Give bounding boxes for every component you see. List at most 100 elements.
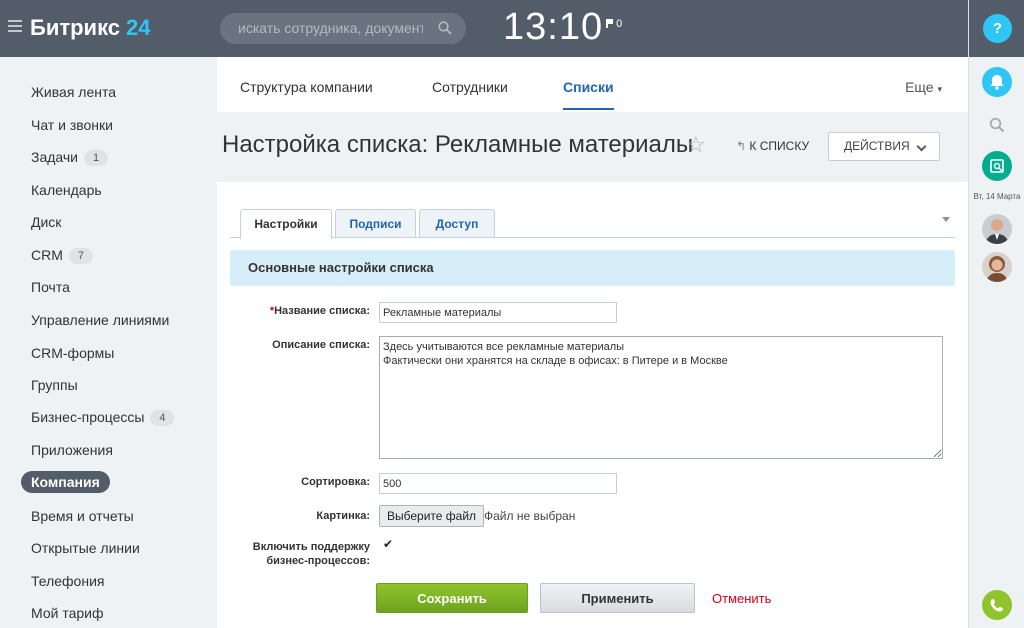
calendar-icon[interactable] — [982, 151, 1012, 181]
chevron-down-icon — [916, 141, 927, 152]
cancel-button[interactable]: Отменить — [712, 591, 771, 606]
back-arrow-icon: ↰ — [736, 139, 747, 153]
workday-flag[interactable]: 0 — [606, 18, 622, 30]
sidebar-item-company[interactable]: Компания — [21, 471, 110, 493]
sidebar-item-apps[interactable]: Приложения — [31, 442, 113, 458]
date-label: Вт, 14 Марта — [973, 192, 1021, 201]
logo-number: 24 — [126, 15, 151, 40]
settings-panel: Настройки Подписи Доступ Основные настро… — [217, 182, 968, 628]
tab-lists[interactable]: Списки — [563, 79, 614, 110]
phone-icon[interactable] — [982, 590, 1012, 620]
description-label: Описание списка: — [272, 339, 370, 351]
sidebar-item-bizproc[interactable]: Бизнес-процессы 4 — [31, 409, 175, 426]
sidebar: Живая лента Чат и звонки Задачи 1 Календа… — [0, 57, 217, 628]
sidebar-item-lines[interactable]: Управление линиями — [31, 312, 169, 328]
sidebar-item-label: Бизнес-процессы — [31, 409, 145, 425]
notifications-icon[interactable] — [982, 67, 1012, 97]
flag-icon — [606, 19, 613, 28]
sidebar-item-label: Управление линиями — [31, 312, 170, 328]
counter-badge: 7 — [68, 248, 93, 264]
help-icon[interactable]: ? — [983, 14, 1012, 43]
tab-structure[interactable]: Структура компании — [240, 79, 373, 95]
sidebar-item-label: Мой тариф — [31, 605, 104, 621]
sort-input[interactable] — [379, 473, 617, 494]
sidebar-item-label: Живая лента — [31, 84, 117, 100]
actions-button[interactable]: ДЕЙСТВИЯ — [828, 132, 940, 161]
bizproc-label-line1: Включить поддержку — [252, 541, 370, 553]
tab-captions[interactable]: Подписи — [335, 209, 416, 238]
sidebar-item-openlines[interactable]: Открытые линии — [31, 540, 140, 556]
sidebar-item-label: Диск — [31, 214, 62, 230]
sidebar-item-feed[interactable]: Живая лента — [31, 84, 116, 100]
section-header: Основные настройки списка — [230, 250, 955, 286]
tab-employees[interactable]: Сотрудники — [432, 79, 508, 95]
clock[interactable]: 13:10 — [503, 6, 603, 49]
sidebar-item-label: CRM-формы — [31, 345, 115, 361]
tab-divider — [230, 237, 955, 238]
sidebar-item-disk[interactable]: Диск — [31, 214, 61, 230]
sidebar-item-chat[interactable]: Чат и звонки — [31, 117, 113, 133]
avatar[interactable] — [982, 252, 1012, 282]
sidebar-item-label: Календарь — [31, 182, 102, 198]
file-status: Файл не выбран — [484, 509, 576, 523]
search-icon[interactable] — [989, 117, 1005, 133]
sidebar-item-label: Почта — [31, 279, 70, 295]
avatar[interactable] — [982, 214, 1012, 244]
logo[interactable]: Битрикс 24 — [30, 15, 151, 41]
collapse-icon[interactable] — [942, 217, 950, 222]
page-title: Настройка списка: Рекламные материалы — [222, 131, 694, 158]
sidebar-item-crm-forms[interactable]: CRM-формы — [31, 345, 114, 361]
menu-icon[interactable] — [8, 20, 22, 35]
bizproc-label: Включить поддержку бизнес-процессов: — [253, 540, 370, 568]
back-to-list-link[interactable]: ↰ К СПИСКУ — [736, 139, 809, 153]
name-label-text: Название списка: — [274, 305, 370, 317]
choose-file-button[interactable]: Выберите файл — [379, 505, 485, 527]
sidebar-item-label: Компания — [31, 474, 100, 490]
logo-text: Битрикс — [30, 15, 121, 40]
sidebar-item-label: Чат и звонки — [31, 117, 113, 133]
right-panel: ? Вт, 14 Марта — [968, 0, 1024, 628]
apply-button[interactable]: Применить — [540, 583, 695, 613]
sidebar-item-groups[interactable]: Группы — [31, 377, 78, 393]
search-icon[interactable] — [438, 21, 452, 35]
name-label: *Название списка: — [270, 305, 370, 317]
actions-label: ДЕЙСТВИЯ — [844, 139, 910, 153]
sidebar-item-label: Задачи — [31, 149, 79, 165]
main-content: Структура компании Сотрудники Списки Еще… — [217, 57, 968, 628]
sidebar-item-tasks[interactable]: Задачи 1 — [31, 149, 109, 166]
sidebar-item-time[interactable]: Время и отчеты — [31, 508, 134, 524]
top-nav: Структура компании Сотрудники Списки Еще… — [217, 57, 968, 112]
sidebar-item-label: Время и отчеты — [31, 508, 134, 524]
back-label: К СПИСКУ — [749, 139, 810, 153]
image-label: Картинка: — [316, 510, 370, 522]
sidebar-item-label: Открытые линии — [31, 540, 140, 556]
more-menu[interactable]: Еще ▾ — [905, 79, 942, 95]
sidebar-item-crm[interactable]: CRM 7 — [31, 247, 93, 264]
sort-label: Сортировка: — [301, 476, 370, 488]
tab-access[interactable]: Доступ — [419, 209, 495, 238]
save-button[interactable]: Сохранить — [376, 583, 528, 613]
sidebar-item-label: Группы — [31, 377, 78, 393]
description-textarea[interactable]: Здесь учитываются все рекламные материал… — [379, 336, 943, 459]
list-name-input[interactable] — [379, 302, 617, 323]
chevron-down-icon: ▾ — [937, 84, 942, 94]
top-bar: Битрикс24 13:10 0 — [0, 0, 968, 57]
more-label: Еще — [905, 79, 934, 95]
sidebar-item-label: CRM — [31, 247, 63, 263]
counter-badge: 1 — [84, 150, 109, 166]
bizproc-label-line2: бизнес-процессов: — [266, 555, 370, 567]
star-icon[interactable]: ☆ — [686, 132, 706, 158]
counter-badge: 4 — [150, 410, 175, 426]
right-panel-top: ? — [969, 0, 1024, 57]
sidebar-item-telephony[interactable]: Телефония — [31, 573, 104, 589]
sidebar-item-label: Телефония — [31, 573, 105, 589]
bizproc-checkbox[interactable]: ✔ — [383, 538, 394, 550]
sidebar-item-mail[interactable]: Почта — [31, 279, 70, 295]
search-box — [220, 13, 466, 44]
flag-count: 0 — [616, 18, 623, 30]
search-input[interactable] — [238, 20, 423, 36]
tab-settings[interactable]: Настройки — [240, 209, 332, 239]
sidebar-item-label: Приложения — [31, 442, 113, 458]
sidebar-item-calendar[interactable]: Календарь — [31, 182, 102, 198]
sidebar-item-tariff[interactable]: Мой тариф — [31, 605, 103, 621]
